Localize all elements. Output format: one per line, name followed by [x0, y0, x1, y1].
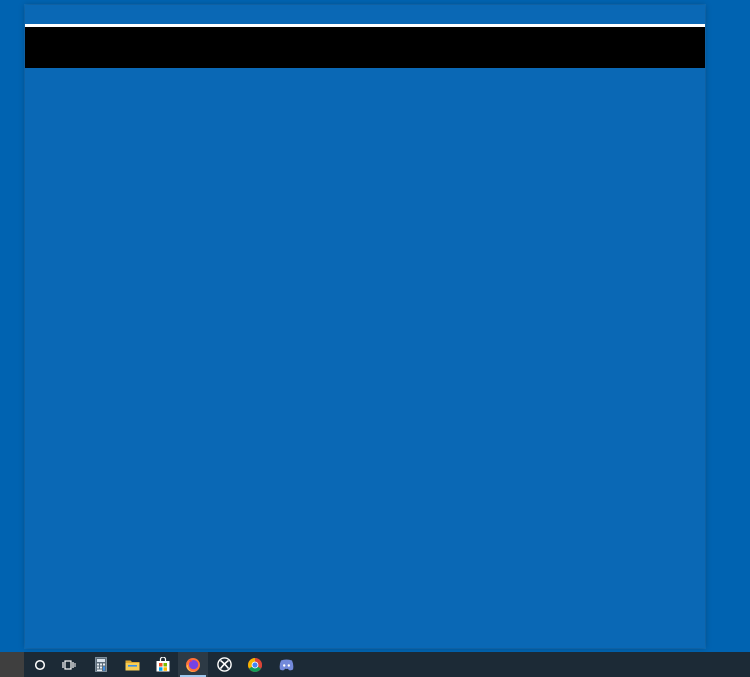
start-menu-header-bar [25, 27, 705, 68]
task-view-icon [62, 659, 76, 670]
taskbar [0, 652, 750, 677]
firefox-icon [186, 657, 200, 672]
file-explorer-icon [125, 660, 139, 670]
taskbar-item-xbox[interactable] [209, 652, 239, 677]
taskbar-item-file-explorer[interactable] [117, 652, 147, 677]
taskbar-item-task-view[interactable] [54, 652, 84, 677]
taskbar-search-box[interactable] [0, 652, 24, 677]
taskbar-item-firefox[interactable] [178, 652, 208, 677]
desktop [0, 0, 750, 677]
calculator-icon [95, 657, 107, 672]
discord-icon [279, 659, 293, 670]
chrome-icon [248, 657, 262, 672]
xbox-icon [216, 657, 232, 672]
taskbar-item-cortana[interactable] [25, 652, 55, 677]
cortana-icon [34, 659, 46, 670]
taskbar-item-calculator[interactable] [86, 652, 116, 677]
start-menu [24, 4, 706, 649]
microsoft-store-icon [156, 657, 170, 672]
start-menu-tiles-area [25, 68, 705, 648]
taskbar-item-chrome[interactable] [240, 652, 270, 677]
taskbar-item-microsoft-store[interactable] [148, 652, 178, 677]
taskbar-item-discord[interactable] [271, 652, 301, 677]
